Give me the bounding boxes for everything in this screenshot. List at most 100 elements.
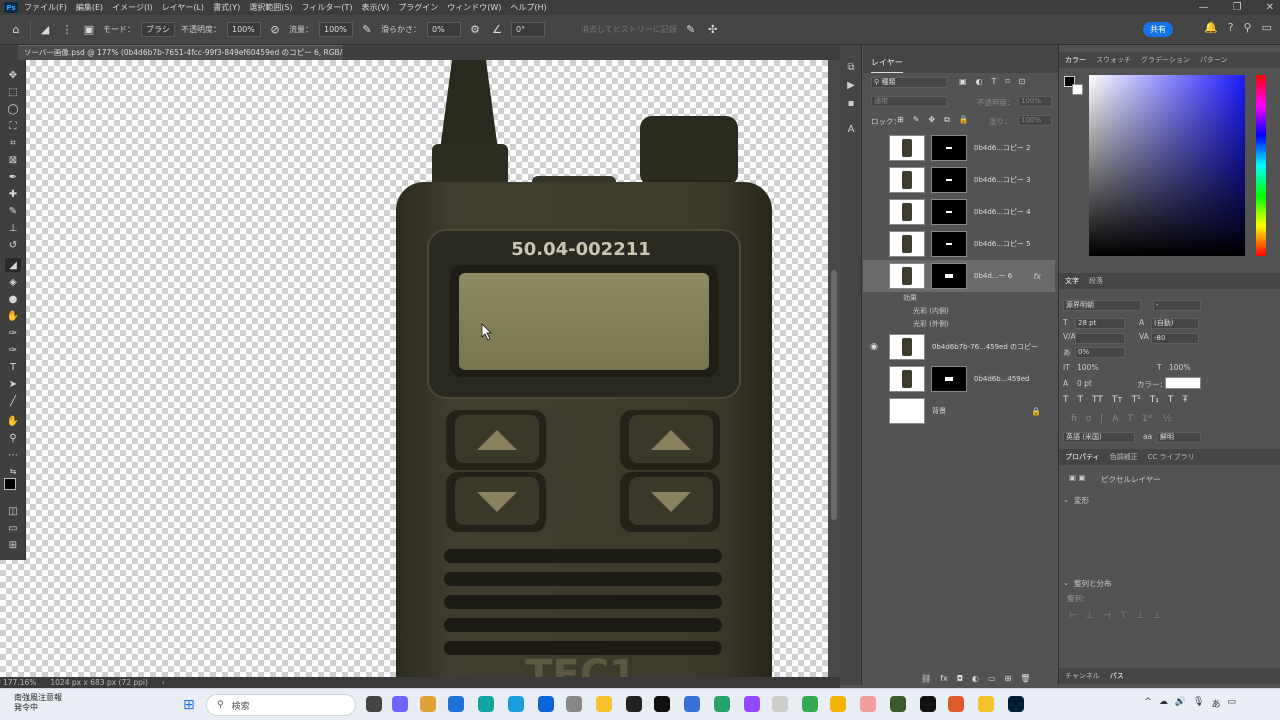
lock-position-icon[interactable]: ✥ [928, 115, 935, 125]
tracking-field[interactable]: -80 [1151, 333, 1199, 344]
edit-toolbar-icon[interactable]: ⊞ [5, 538, 21, 552]
transform-label[interactable]: 変形 [1074, 495, 1089, 506]
blend-mode-select[interactable]: 通常 [871, 96, 947, 107]
smoothing-field[interactable]: 0% [427, 22, 461, 37]
task-view-icon[interactable] [366, 696, 382, 712]
menu-help[interactable]: ヘルプ(H) [510, 2, 546, 13]
font-size-field[interactable]: 28 pt [1075, 318, 1125, 329]
copilot-icon[interactable] [392, 696, 408, 712]
paint-bucket-icon[interactable]: ◈ [5, 275, 21, 289]
align-vcenter-icon[interactable]: ⊥ [1136, 611, 1144, 621]
search-icon[interactable]: ⚲ [1244, 21, 1252, 34]
tab-adjustments[interactable]: 色調補正 [1110, 452, 1138, 462]
quick-mask-icon[interactable]: ◫ [5, 504, 21, 518]
edge-icon[interactable] [508, 696, 524, 712]
menu-layer[interactable]: レイヤー(L) [162, 2, 204, 13]
app-icon[interactable] [420, 696, 436, 712]
layer-mask-thumbnail[interactable] [931, 167, 967, 193]
horizontal-scale-field[interactable]: 100% [1169, 363, 1190, 372]
tab-channels[interactable]: チャンネル [1065, 671, 1100, 681]
tab-properties[interactable]: プロパティ [1065, 452, 1100, 462]
menu-plugins[interactable]: プラグイン [398, 2, 438, 13]
screen-mode-icon[interactable]: ▭ [5, 521, 21, 535]
healing-brush-icon[interactable]: ✚ [5, 187, 21, 201]
tab-swatches[interactable]: スウォッチ [1096, 55, 1131, 65]
wifi-icon[interactable]: ☁ [1159, 697, 1168, 710]
angle-field[interactable]: 0° [511, 22, 545, 37]
menu-file[interactable]: ファイル(F) [24, 2, 67, 13]
taskbar-search[interactable]: ⚲ 検索 [206, 694, 356, 716]
history-brush-icon[interactable]: ↺ [5, 238, 21, 252]
outlook-icon[interactable] [538, 696, 554, 712]
zoom-readout[interactable]: 177.16% [3, 678, 36, 687]
type-tool-icon[interactable]: T [5, 360, 21, 374]
color-field[interactable] [1089, 75, 1245, 256]
layer-name[interactable]: 0b4d6...コピー 2 [974, 143, 1031, 153]
baseline-field[interactable]: 0 pt [1077, 379, 1092, 388]
smart-filter-icon[interactable]: ⊡ [1019, 77, 1026, 86]
ime-icon[interactable]: あ [1211, 697, 1220, 710]
layer-opacity-field[interactable]: 100% [1018, 96, 1052, 107]
tsume-field[interactable]: 0% [1075, 347, 1125, 358]
bell-icon[interactable]: 🔔 [1204, 21, 1218, 34]
menu-filter[interactable]: フィルター(T) [302, 2, 353, 13]
crop-tool-icon[interactable]: ⌗ [5, 136, 21, 150]
leading-field[interactable]: (自動) [1151, 318, 1199, 329]
app-icon[interactable] [860, 696, 876, 712]
history-panel-icon[interactable]: ⧉ [844, 60, 858, 74]
move-tool-icon[interactable]: ✥ [5, 68, 21, 82]
menu-image[interactable]: イメージ(I) [112, 2, 152, 13]
app-icon[interactable] [830, 696, 846, 712]
tab-character[interactable]: 文字 [1065, 276, 1079, 286]
language-select[interactable]: 英語 (米国) [1063, 432, 1135, 443]
layer-name[interactable]: 0b4d...ー 6 [974, 271, 1012, 281]
faux-italic-icon[interactable]: T [1078, 395, 1084, 405]
comments-icon[interactable]: ▪ [844, 96, 858, 110]
layer-filter-select[interactable]: ⚲ 種類 [871, 77, 947, 88]
brush-tool-icon[interactable]: ✎ [5, 204, 21, 218]
adjustment-icon[interactable]: ◐ [972, 674, 979, 683]
scroll-thumb[interactable] [831, 270, 837, 520]
menu-edit[interactable]: 編集(E) [76, 2, 103, 13]
excel-icon[interactable] [714, 696, 730, 712]
align-chevron-icon[interactable]: ⌄ [1063, 578, 1069, 587]
flow-field[interactable]: 100% [319, 22, 353, 37]
volume-icon[interactable]: 🔊 [1175, 697, 1186, 710]
pixel-filter-icon[interactable]: ▣ [959, 77, 967, 86]
hue-slider[interactable] [1256, 75, 1266, 256]
new-layer-icon[interactable]: ⊞ [1005, 674, 1012, 683]
app-icon[interactable] [772, 696, 788, 712]
weather-widget[interactable]: 南強風注意報 発令中 [14, 693, 62, 713]
align-right-icon[interactable]: ⊣ [1103, 611, 1111, 621]
ornament-icon[interactable]: ơ [1086, 414, 1092, 424]
shape-tool-icon[interactable]: ╱ [5, 394, 21, 408]
layer-row[interactable]: 0b4d6...コピー 2 [863, 132, 1055, 164]
file-explorer-icon[interactable] [596, 696, 612, 712]
object-select-icon[interactable]: ⛶ [5, 119, 21, 133]
pen-tool-icon[interactable]: ✑ [5, 343, 21, 357]
photoshop-icon[interactable] [1008, 696, 1024, 712]
ordinal-icon[interactable]: 1ˢᵗ [1142, 414, 1154, 424]
app-icon[interactable] [978, 696, 994, 712]
menu-type[interactable]: 書式(Y) [213, 2, 240, 13]
layer-row-selected[interactable]: 0b4d...ー 6 fx [863, 260, 1055, 292]
layer-mask-thumbnail[interactable] [931, 231, 967, 257]
effects-label[interactable]: 効果 [903, 293, 917, 303]
menu-window[interactable]: ウィンドウ(W) [447, 2, 501, 13]
layer-mask-thumbnail[interactable] [931, 135, 967, 161]
minimize-icon[interactable]: — [1199, 0, 1209, 15]
eyedropper-icon[interactable]: ✒ [5, 170, 21, 184]
blur-tool-icon[interactable]: ● [5, 292, 21, 306]
transform-chevron-icon[interactable]: ⌄ [1063, 495, 1069, 504]
small-caps-icon[interactable]: Tт [1112, 395, 1123, 405]
layer-effects-icon[interactable]: fx [1033, 272, 1041, 281]
underline-icon[interactable]: T [1168, 395, 1174, 405]
layer-name[interactable]: 0b4d6...コピー 5 [974, 239, 1031, 249]
pressure-opacity-icon[interactable]: ⊘ [267, 22, 283, 38]
lasso-tool-icon[interactable]: ◯ [5, 102, 21, 116]
menu-select[interactable]: 選択範囲(S) [249, 2, 292, 13]
text-color-swatch[interactable] [1165, 377, 1201, 389]
symmetry-icon[interactable]: ✣ [705, 22, 721, 38]
align-top-icon[interactable]: ⊤ [1120, 611, 1128, 621]
help-icon[interactable]: ? [1228, 21, 1234, 34]
